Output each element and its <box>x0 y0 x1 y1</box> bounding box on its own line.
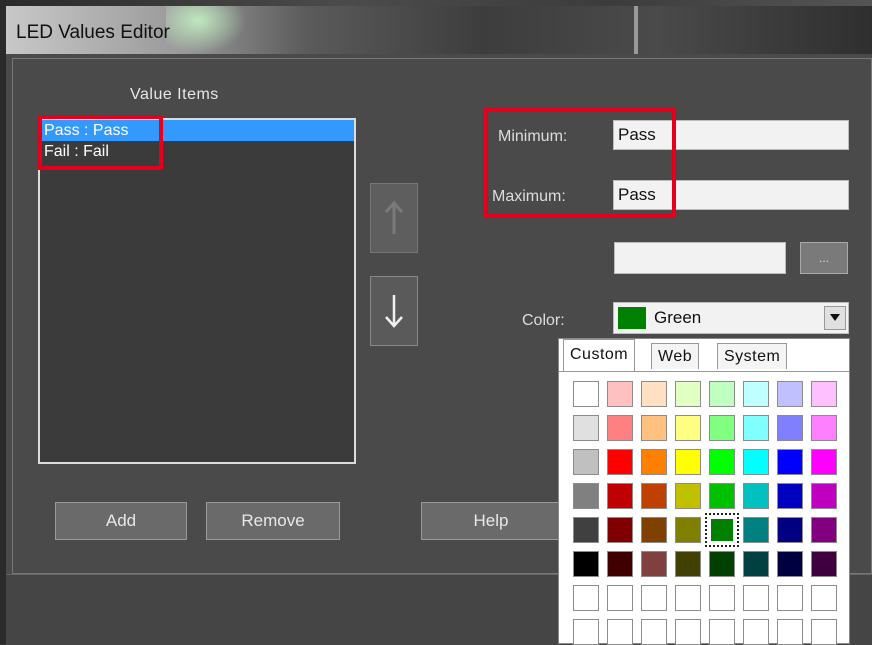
color-cell[interactable] <box>573 585 599 611</box>
add-button[interactable]: Add <box>55 502 187 540</box>
remove-button[interactable]: Remove <box>206 502 340 540</box>
color-cell[interactable] <box>811 517 837 543</box>
chevron-down-icon <box>830 314 840 321</box>
color-cell[interactable] <box>675 551 701 577</box>
color-picker-popup: Custom Web System <box>558 338 850 645</box>
move-up-button[interactable] <box>370 183 418 253</box>
tab-custom[interactable]: Custom <box>563 339 636 371</box>
color-picker-tabs: Custom Web System <box>559 339 849 372</box>
value-items-list[interactable]: Pass : Pass Fail : Fail <box>38 118 356 464</box>
color-cell[interactable] <box>811 449 837 475</box>
color-cell[interactable] <box>811 551 837 577</box>
color-value: Green <box>654 308 702 327</box>
color-dropdown[interactable]: Green <box>613 302 849 334</box>
minimum-field[interactable]: Pass <box>613 120 849 150</box>
color-cell[interactable] <box>811 381 837 407</box>
color-cell[interactable] <box>811 415 837 441</box>
color-cell[interactable] <box>743 619 769 645</box>
color-cell[interactable] <box>743 415 769 441</box>
color-cell[interactable] <box>777 483 803 509</box>
color-cell[interactable] <box>811 483 837 509</box>
value-items-label: Value Items <box>130 86 219 103</box>
color-cell[interactable] <box>607 551 633 577</box>
color-cell[interactable] <box>709 619 735 645</box>
color-cell[interactable] <box>675 619 701 645</box>
color-cell[interactable] <box>573 619 599 645</box>
color-cell[interactable] <box>709 381 735 407</box>
color-cell[interactable] <box>607 381 633 407</box>
maximum-label: Maximum: <box>492 188 566 205</box>
color-cell[interactable] <box>641 449 667 475</box>
tab-web[interactable]: Web <box>651 343 700 369</box>
color-cell[interactable] <box>573 449 599 475</box>
titlebar-divider <box>634 6 638 54</box>
color-cell[interactable] <box>641 551 667 577</box>
color-label: Color: <box>522 312 565 329</box>
color-cell[interactable] <box>777 381 803 407</box>
color-cell[interactable] <box>573 551 599 577</box>
color-cell[interactable] <box>573 381 599 407</box>
color-cell[interactable] <box>709 585 735 611</box>
color-cell[interactable] <box>641 381 667 407</box>
color-cell[interactable] <box>607 449 633 475</box>
color-cell[interactable] <box>573 415 599 441</box>
color-cell[interactable] <box>777 585 803 611</box>
color-swatch <box>618 307 646 329</box>
color-cell[interactable] <box>641 619 667 645</box>
minimum-label: Minimum: <box>498 128 568 145</box>
color-cell[interactable] <box>811 619 837 645</box>
color-cell[interactable] <box>675 517 701 543</box>
tab-system[interactable]: System <box>717 343 788 369</box>
color-cell[interactable] <box>777 415 803 441</box>
color-cell[interactable] <box>607 517 633 543</box>
browse-button[interactable]: ... <box>800 242 848 274</box>
color-cell[interactable] <box>675 381 701 407</box>
window-title: LED Values Editor <box>16 22 170 43</box>
color-cell[interactable] <box>607 619 633 645</box>
color-cell[interactable] <box>573 517 599 543</box>
color-cell[interactable] <box>743 449 769 475</box>
color-cell[interactable] <box>641 483 667 509</box>
color-cell[interactable] <box>675 449 701 475</box>
title-bar[interactable]: LED Values Editor <box>6 6 872 54</box>
color-cell[interactable] <box>743 381 769 407</box>
color-cell[interactable] <box>675 415 701 441</box>
maximum-field[interactable]: Pass <box>613 180 849 210</box>
color-cell[interactable] <box>607 585 633 611</box>
color-cell[interactable] <box>675 483 701 509</box>
color-cell[interactable] <box>709 483 735 509</box>
color-cell[interactable] <box>777 449 803 475</box>
color-cell[interactable] <box>709 415 735 441</box>
color-cell[interactable] <box>641 517 667 543</box>
color-cell[interactable] <box>777 619 803 645</box>
help-button[interactable]: Help <box>421 502 561 540</box>
color-cell[interactable] <box>709 551 735 577</box>
color-cell[interactable] <box>705 513 739 547</box>
color-cell[interactable] <box>641 585 667 611</box>
arrow-up-icon <box>384 200 404 234</box>
dropdown-button[interactable] <box>824 306 846 330</box>
list-item[interactable]: Pass : Pass <box>40 120 354 141</box>
color-cell[interactable] <box>743 517 769 543</box>
color-cell[interactable] <box>811 585 837 611</box>
color-cell[interactable] <box>675 585 701 611</box>
color-cell[interactable] <box>573 483 599 509</box>
arrow-down-icon <box>385 295 403 328</box>
color-cell[interactable] <box>777 517 803 543</box>
color-cell[interactable] <box>777 551 803 577</box>
color-cell[interactable] <box>743 551 769 577</box>
move-down-button[interactable] <box>370 276 418 346</box>
color-cell[interactable] <box>743 483 769 509</box>
color-cell[interactable] <box>607 415 633 441</box>
value-text-field[interactable] <box>614 242 786 274</box>
color-cell[interactable] <box>743 585 769 611</box>
titlebar-glow <box>166 6 246 54</box>
color-cell[interactable] <box>641 415 667 441</box>
color-cell[interactable] <box>607 483 633 509</box>
list-item[interactable]: Fail : Fail <box>40 141 354 162</box>
color-cell[interactable] <box>709 449 735 475</box>
